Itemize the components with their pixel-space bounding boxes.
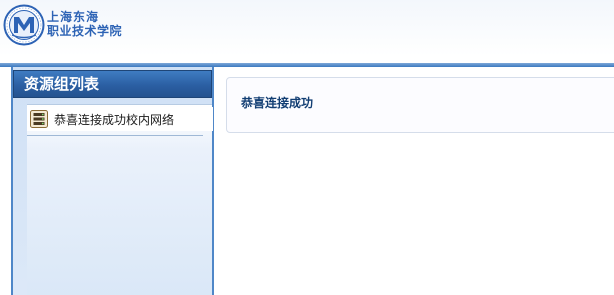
list-divider: [27, 135, 203, 136]
header: 上海东海 职业技术学院: [0, 0, 614, 56]
connection-success-message: 恭喜连接成功: [241, 96, 314, 110]
school-name-line2: 职业技术学院: [47, 24, 123, 38]
school-seal-icon: [3, 4, 45, 46]
sidebar-title: 资源组列表: [13, 70, 212, 98]
resource-group-sidebar: 资源组列表 恭喜连接成功校内网络: [11, 67, 214, 295]
sidebar-item-label: 恭喜连接成功校内网络: [54, 112, 175, 127]
portal-page: 上海东海 职业技术学院 资源组列表 恭喜连接成功校内网络 恭喜连接成功: [0, 0, 614, 295]
main-content-panel: 恭喜连接成功: [226, 77, 614, 133]
sidebar-item-campus-network[interactable]: 恭喜连接成功校内网络: [27, 107, 213, 131]
school-name-line1: 上海东海: [47, 10, 100, 24]
server-rack-icon: [30, 110, 48, 128]
resource-group-list: 恭喜连接成功校内网络: [27, 104, 213, 295]
school-name: 上海东海 职业技术学院: [47, 10, 122, 38]
school-logo: 上海东海 职业技术学院: [3, 3, 143, 49]
